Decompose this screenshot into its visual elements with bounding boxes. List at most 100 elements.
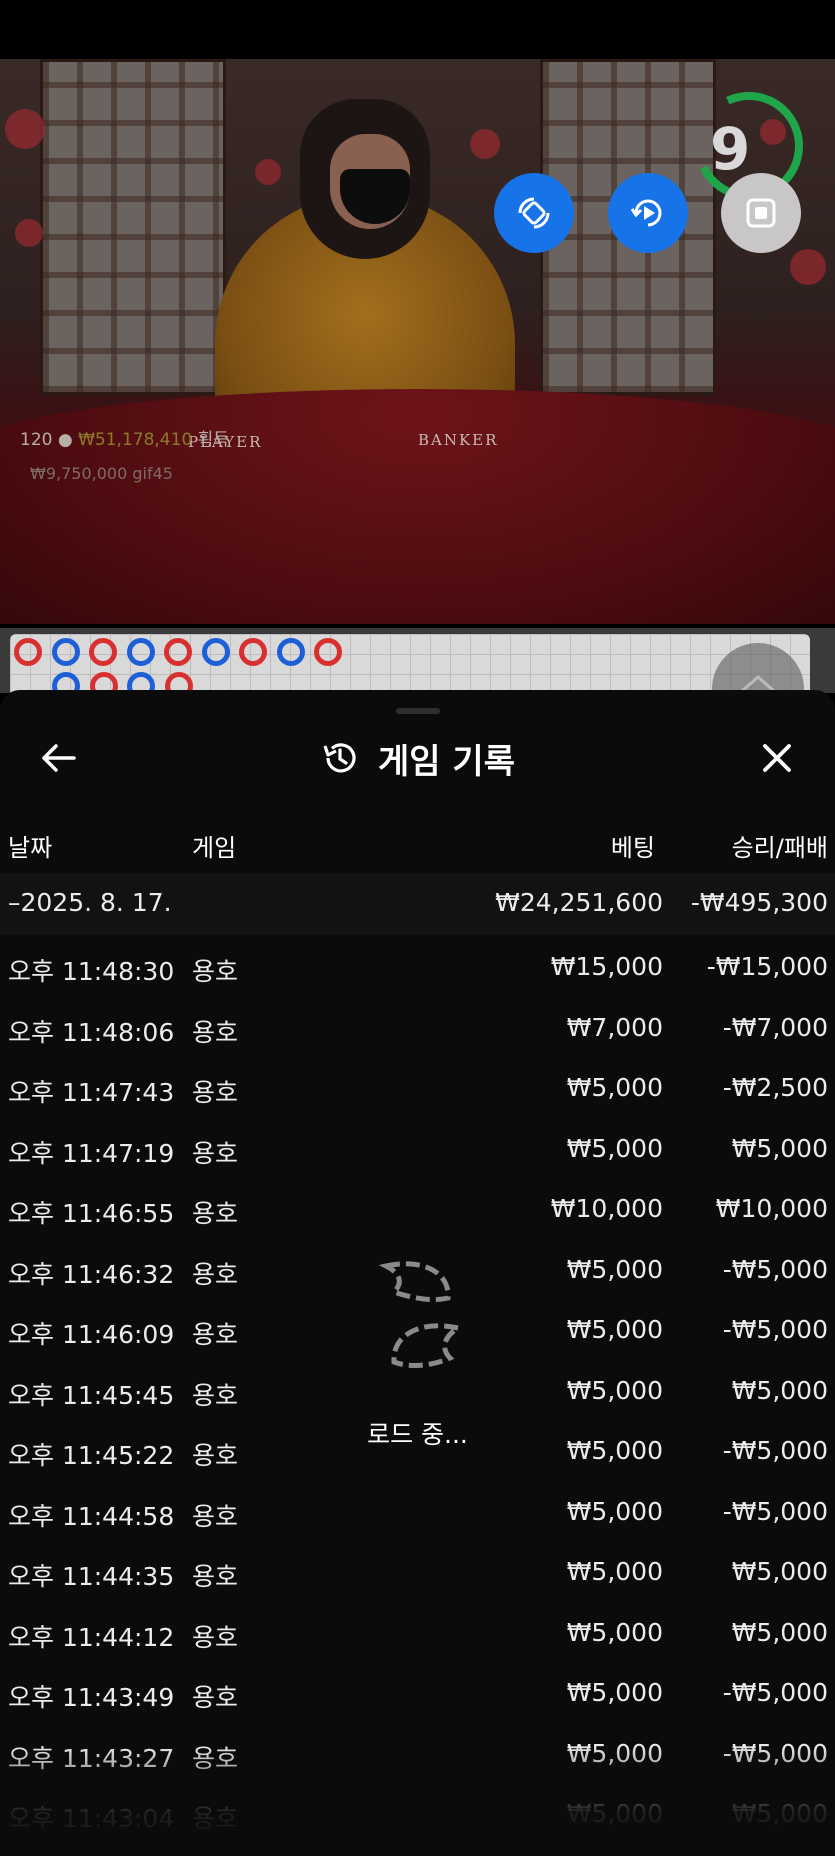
- player-count: 120: [20, 430, 53, 450]
- stop-button[interactable]: [721, 173, 801, 253]
- history-row[interactable]: 오후 11:46:55 용호 ₩10,000 ₩10,000: [0, 1188, 835, 1240]
- replay-icon: [630, 199, 662, 227]
- row-result: -₩5,000: [722, 1497, 828, 1526]
- road-map-blue-ring: [51, 638, 80, 666]
- row-game: 용호: [192, 1562, 239, 1591]
- history-row[interactable]: 오후 11:43:49 용호 ₩5,000 -₩5,000: [0, 1672, 835, 1724]
- row-game: 용호: [192, 1018, 239, 1047]
- history-row[interactable]: 오후 11:48:30 용호 ₩15,000 -₩15,000: [0, 946, 835, 998]
- winnings-suffix: 획득: [197, 430, 229, 450]
- stop-icon: [746, 198, 776, 228]
- row-result: ₩10,000: [715, 1194, 828, 1223]
- row-time: 오후 11:44:58: [8, 1502, 175, 1531]
- row-game: 용호: [192, 1502, 239, 1531]
- list-fade: [0, 1745, 835, 1856]
- history-icon: [323, 743, 356, 773]
- road-map-red-ring: [164, 638, 192, 666]
- sheet-title: 게임 기록: [378, 741, 515, 782]
- banker-label: BANKER: [418, 431, 499, 449]
- row-result: ₩5,000: [731, 1376, 828, 1405]
- road-map-red-ring: [239, 638, 267, 666]
- history-row[interactable]: 오후 11:48:06 용호 ₩7,000 -₩7,000: [0, 1007, 835, 1059]
- row-result: ₩5,000: [731, 1557, 828, 1586]
- rotate-view-button[interactable]: [494, 173, 574, 253]
- row-bet: ₩5,000: [566, 1134, 663, 1163]
- drag-handle[interactable]: [396, 708, 440, 714]
- row-game: 용호: [192, 1320, 239, 1349]
- row-time: 오후 11:46:09: [8, 1320, 175, 1349]
- date-group-bet: ₩24,251,600: [495, 888, 663, 917]
- row-result: -₩15,000: [706, 952, 828, 981]
- road-map-red-ring: [314, 638, 342, 666]
- road-map-blue-ring: [126, 638, 155, 666]
- close-icon: [763, 744, 791, 772]
- rotate-icon: [518, 197, 550, 229]
- row-time: 오후 11:48:30: [8, 957, 175, 986]
- row-time: 오후 11:45:22: [8, 1441, 175, 1470]
- road-map-blue-ring: [276, 638, 305, 666]
- column-header-date: 날짜: [8, 834, 53, 862]
- row-bet: ₩5,000: [566, 1557, 663, 1586]
- countdown-timer: 9: [710, 115, 751, 183]
- row-game: 용호: [192, 1623, 239, 1652]
- row-game: 용호: [192, 1139, 239, 1168]
- row-bet: ₩5,000: [566, 1678, 663, 1707]
- row-bet: ₩7,000: [566, 1013, 663, 1042]
- history-row[interactable]: 오후 11:44:35 용호 ₩5,000 ₩5,000: [0, 1551, 835, 1603]
- row-time: 오후 11:45:45: [8, 1381, 175, 1410]
- person-icon: ●: [57, 430, 73, 450]
- row-bet: ₩5,000: [566, 1073, 663, 1102]
- row-game: 용호: [192, 1381, 239, 1410]
- row-result: ₩5,000: [731, 1618, 828, 1647]
- date-group-label: –2025. 8. 17.: [8, 888, 172, 917]
- row-bet: ₩5,000: [566, 1315, 663, 1344]
- stats-line: 120 ● ₩51,178,410 획득: [20, 425, 229, 450]
- row-result: -₩5,000: [722, 1678, 828, 1707]
- row-game: 용호: [192, 1683, 239, 1712]
- road-map-blue-ring: [201, 638, 230, 666]
- row-time: 오후 11:43:49: [8, 1683, 175, 1712]
- decorative-screen: [40, 59, 226, 395]
- history-row[interactable]: 오후 11:47:19 용호 ₩5,000 ₩5,000: [0, 1128, 835, 1180]
- sheet-header: 게임 기록: [0, 728, 835, 788]
- row-bet: ₩15,000: [550, 952, 663, 981]
- replay-button[interactable]: [608, 173, 688, 253]
- ticker-text: ₩9,750,000 gif45: [30, 464, 173, 483]
- row-result: -₩7,000: [722, 1013, 828, 1042]
- row-time: 오후 11:44:35: [8, 1562, 175, 1591]
- row-bet: ₩5,000: [566, 1376, 663, 1405]
- loading-text: 로드 중...: [367, 1420, 468, 1449]
- row-game: 용호: [192, 1199, 239, 1228]
- row-result: -₩5,000: [722, 1315, 828, 1344]
- row-time: 오후 11:44:12: [8, 1623, 175, 1652]
- road-map: [0, 628, 835, 700]
- close-button[interactable]: [757, 738, 797, 778]
- column-header-game: 게임: [192, 834, 237, 862]
- row-game: 용호: [192, 1078, 239, 1107]
- row-game: 용호: [192, 957, 239, 986]
- column-header-bet: 베팅: [610, 834, 655, 862]
- history-row[interactable]: 오후 11:44:58 용호 ₩5,000 -₩5,000: [0, 1491, 835, 1543]
- row-time: 오후 11:47:19: [8, 1139, 175, 1168]
- history-row[interactable]: 오후 11:47:43 용호 ₩5,000 -₩2,500: [0, 1067, 835, 1119]
- row-time: 오후 11:47:43: [8, 1078, 175, 1107]
- loading-spinner-icon: [378, 1261, 465, 1368]
- row-time: 오후 11:46:32: [8, 1260, 175, 1289]
- row-bet: ₩5,000: [566, 1497, 663, 1526]
- row-result: -₩5,000: [722, 1436, 828, 1465]
- row-result: -₩5,000: [722, 1255, 828, 1284]
- date-group-result: -₩495,300: [690, 888, 828, 917]
- row-result: ₩5,000: [731, 1134, 828, 1163]
- road-map-red-ring: [14, 638, 42, 666]
- column-header-result: 승리/패배: [731, 834, 828, 862]
- row-time: 오후 11:46:55: [8, 1199, 175, 1228]
- road-map-red-ring: [89, 638, 117, 666]
- row-game: 용호: [192, 1260, 239, 1289]
- row-bet: ₩5,000: [566, 1255, 663, 1284]
- row-result: -₩2,500: [722, 1073, 828, 1102]
- history-row[interactable]: 오후 11:44:12 용호 ₩5,000 ₩5,000: [0, 1612, 835, 1664]
- row-game: 용호: [192, 1441, 239, 1470]
- row-time: 오후 11:48:06: [8, 1018, 175, 1047]
- row-bet: ₩10,000: [550, 1194, 663, 1223]
- row-bet: ₩5,000: [566, 1618, 663, 1647]
